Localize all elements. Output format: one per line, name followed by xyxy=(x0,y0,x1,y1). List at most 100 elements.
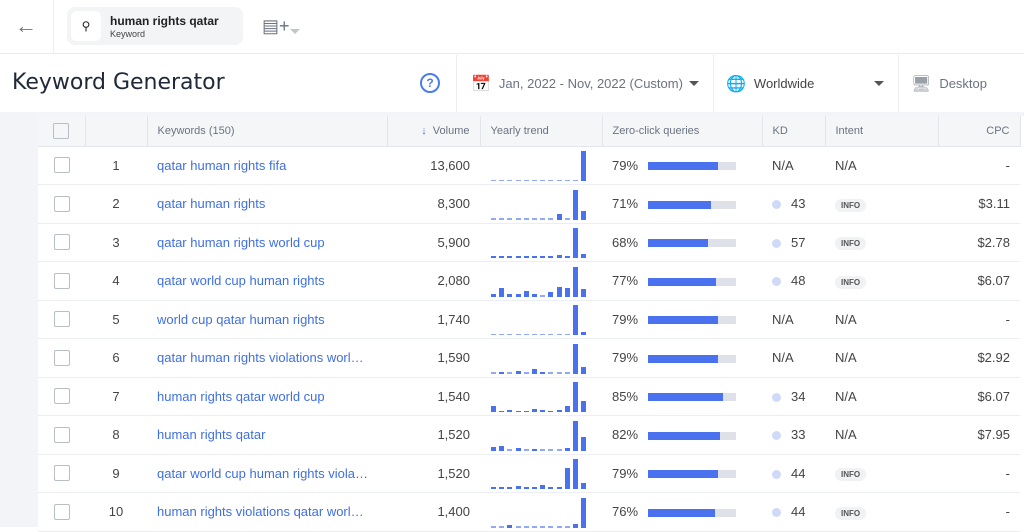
row-checkbox[interactable] xyxy=(38,338,85,378)
row-index: 7 xyxy=(85,377,147,416)
keyword-link[interactable]: qatar world cup human rights viola… xyxy=(147,454,387,493)
trend-bar xyxy=(531,487,537,490)
keyword-link[interactable]: human rights violations qatar worl… xyxy=(147,492,387,532)
back-arrow-icon[interactable]: ← xyxy=(14,14,38,38)
keyword-link[interactable]: qatar human rights violations worl… xyxy=(147,338,387,378)
kd-indicator-icon xyxy=(772,238,781,248)
kd-cell: N/A xyxy=(762,146,825,185)
trend-bar xyxy=(581,482,587,490)
zero-click-bar xyxy=(648,277,737,286)
trend-bar xyxy=(572,524,578,528)
trend-bar xyxy=(572,459,578,490)
caret-down-icon xyxy=(688,81,699,86)
cpc-header[interactable]: CPC xyxy=(938,116,1021,147)
row-checkbox[interactable] xyxy=(38,415,85,455)
trend-bar xyxy=(499,218,505,220)
intent-cell: INFO xyxy=(825,261,938,301)
table-row[interactable]: 1 qatar human rights fifa 13,600 79% N/A… xyxy=(38,146,1020,185)
cpc-value: $2.78 xyxy=(938,223,1020,262)
keyword-link[interactable]: qatar human rights world cup xyxy=(147,223,387,262)
add-to-list-icon[interactable]: ▤+ xyxy=(262,16,290,37)
table-row[interactable]: 5 world cup qatar human rights 1,740 79%… xyxy=(38,300,1020,339)
cpc-value: $3.11 xyxy=(938,184,1020,224)
zero-click-bar xyxy=(648,431,737,440)
row-checkbox[interactable] xyxy=(38,261,85,301)
zero-click-cell: 79% xyxy=(602,338,762,378)
kd-header[interactable]: KD xyxy=(762,116,826,147)
table-row[interactable]: 10 human rights violations qatar worl… 1… xyxy=(38,492,1020,532)
trend-bar xyxy=(531,369,537,374)
row-checkbox[interactable] xyxy=(38,300,85,339)
keyword-link[interactable]: human rights qatar world cup xyxy=(147,377,387,416)
keyword-link[interactable]: qatar world cup human rights xyxy=(147,261,387,301)
table-row[interactable]: 2 qatar human rights 8,300 71% 43 INFO $… xyxy=(38,184,1020,224)
select-all-checkbox[interactable] xyxy=(38,116,86,147)
trend-bar xyxy=(499,256,505,259)
keyword-link[interactable]: human rights qatar xyxy=(147,415,387,455)
help-icon[interactable]: ? xyxy=(420,73,440,93)
yearly-trend-header[interactable]: Yearly trend xyxy=(480,116,603,147)
row-checkbox[interactable] xyxy=(38,184,85,224)
row-index: 6 xyxy=(85,338,147,378)
keyword-link[interactable]: world cup qatar human rights xyxy=(147,300,387,339)
kd-cell: N/A xyxy=(762,338,825,378)
trend-bar xyxy=(531,293,537,297)
left-gutter xyxy=(0,112,38,527)
trend-bar xyxy=(499,445,505,451)
keyword-link[interactable]: qatar human rights fifa xyxy=(147,146,387,185)
trend-bar xyxy=(572,382,578,413)
intent-value: N/A xyxy=(835,350,857,366)
row-checkbox[interactable] xyxy=(38,223,85,262)
trend-bar xyxy=(531,409,537,413)
trend-bar xyxy=(548,256,554,259)
trend-bar xyxy=(499,410,505,413)
volume-value: 1,400 xyxy=(387,492,480,532)
intent-header[interactable]: Intent xyxy=(825,116,939,147)
kd-value: N/A xyxy=(772,311,794,327)
intent-cell: N/A xyxy=(825,377,938,416)
yearly-trend-chart xyxy=(480,377,602,416)
date-range-selector[interactable]: 📅 Jan, 2022 - Nov, 2022 (Custom) xyxy=(456,55,713,112)
table-row[interactable]: 8 human rights qatar 1,520 82% 33 N/A $7… xyxy=(38,415,1020,455)
trend-bar xyxy=(581,151,587,182)
zero-click-value: 77% xyxy=(612,273,639,289)
row-index: 1 xyxy=(85,146,147,185)
trend-bar xyxy=(499,526,505,528)
volume-header[interactable]: ↓ Volume xyxy=(387,116,481,147)
trend-bar xyxy=(531,526,537,528)
keyword-link[interactable]: qatar human rights xyxy=(147,184,387,224)
cpc-value: - xyxy=(938,454,1020,493)
keyword-selector[interactable]: ⚲ human rights qatar Keyword xyxy=(67,7,300,45)
kd-indicator-icon xyxy=(772,469,781,479)
yearly-trend-chart xyxy=(480,223,602,262)
device-selector[interactable]: 🖥 Desktop xyxy=(898,55,1024,112)
volume-value: 1,540 xyxy=(387,377,480,416)
volume-value: 1,590 xyxy=(387,338,480,378)
trend-bar xyxy=(507,256,513,259)
table-row[interactable]: 6 qatar human rights violations worl… 1,… xyxy=(38,338,1020,378)
volume-value: 8,300 xyxy=(387,184,480,224)
volume-value: 1,520 xyxy=(387,454,480,493)
trend-bar xyxy=(564,448,570,451)
trend-bar xyxy=(491,256,496,259)
row-checkbox[interactable] xyxy=(38,377,85,416)
trend-bar xyxy=(581,367,587,374)
trend-bar xyxy=(581,289,587,297)
row-checkbox[interactable] xyxy=(38,492,85,532)
zero-click-value: 79% xyxy=(612,350,639,366)
trend-bar xyxy=(531,179,537,182)
table-row[interactable]: 7 human rights qatar world cup 1,540 85%… xyxy=(38,377,1020,416)
table-row[interactable]: 4 qatar world cup human rights 2,080 77%… xyxy=(38,261,1020,301)
zero-click-header[interactable]: Zero-click queries xyxy=(602,116,763,147)
row-checkbox[interactable] xyxy=(38,454,85,493)
keywords-header[interactable]: Keywords (150) xyxy=(147,116,388,147)
trend-bar xyxy=(548,526,554,528)
row-checkbox[interactable] xyxy=(38,146,85,185)
zero-click-bar xyxy=(648,200,737,209)
location-selector[interactable]: 🌐 Worldwide xyxy=(713,55,898,112)
trend-bar xyxy=(507,372,513,374)
table-row[interactable]: 3 qatar human rights world cup 5,900 68%… xyxy=(38,223,1020,262)
intent-cell: INFO xyxy=(825,492,938,532)
table-row[interactable]: 9 qatar world cup human rights viola… 1,… xyxy=(38,454,1020,493)
volume-value: 5,900 xyxy=(387,223,480,262)
